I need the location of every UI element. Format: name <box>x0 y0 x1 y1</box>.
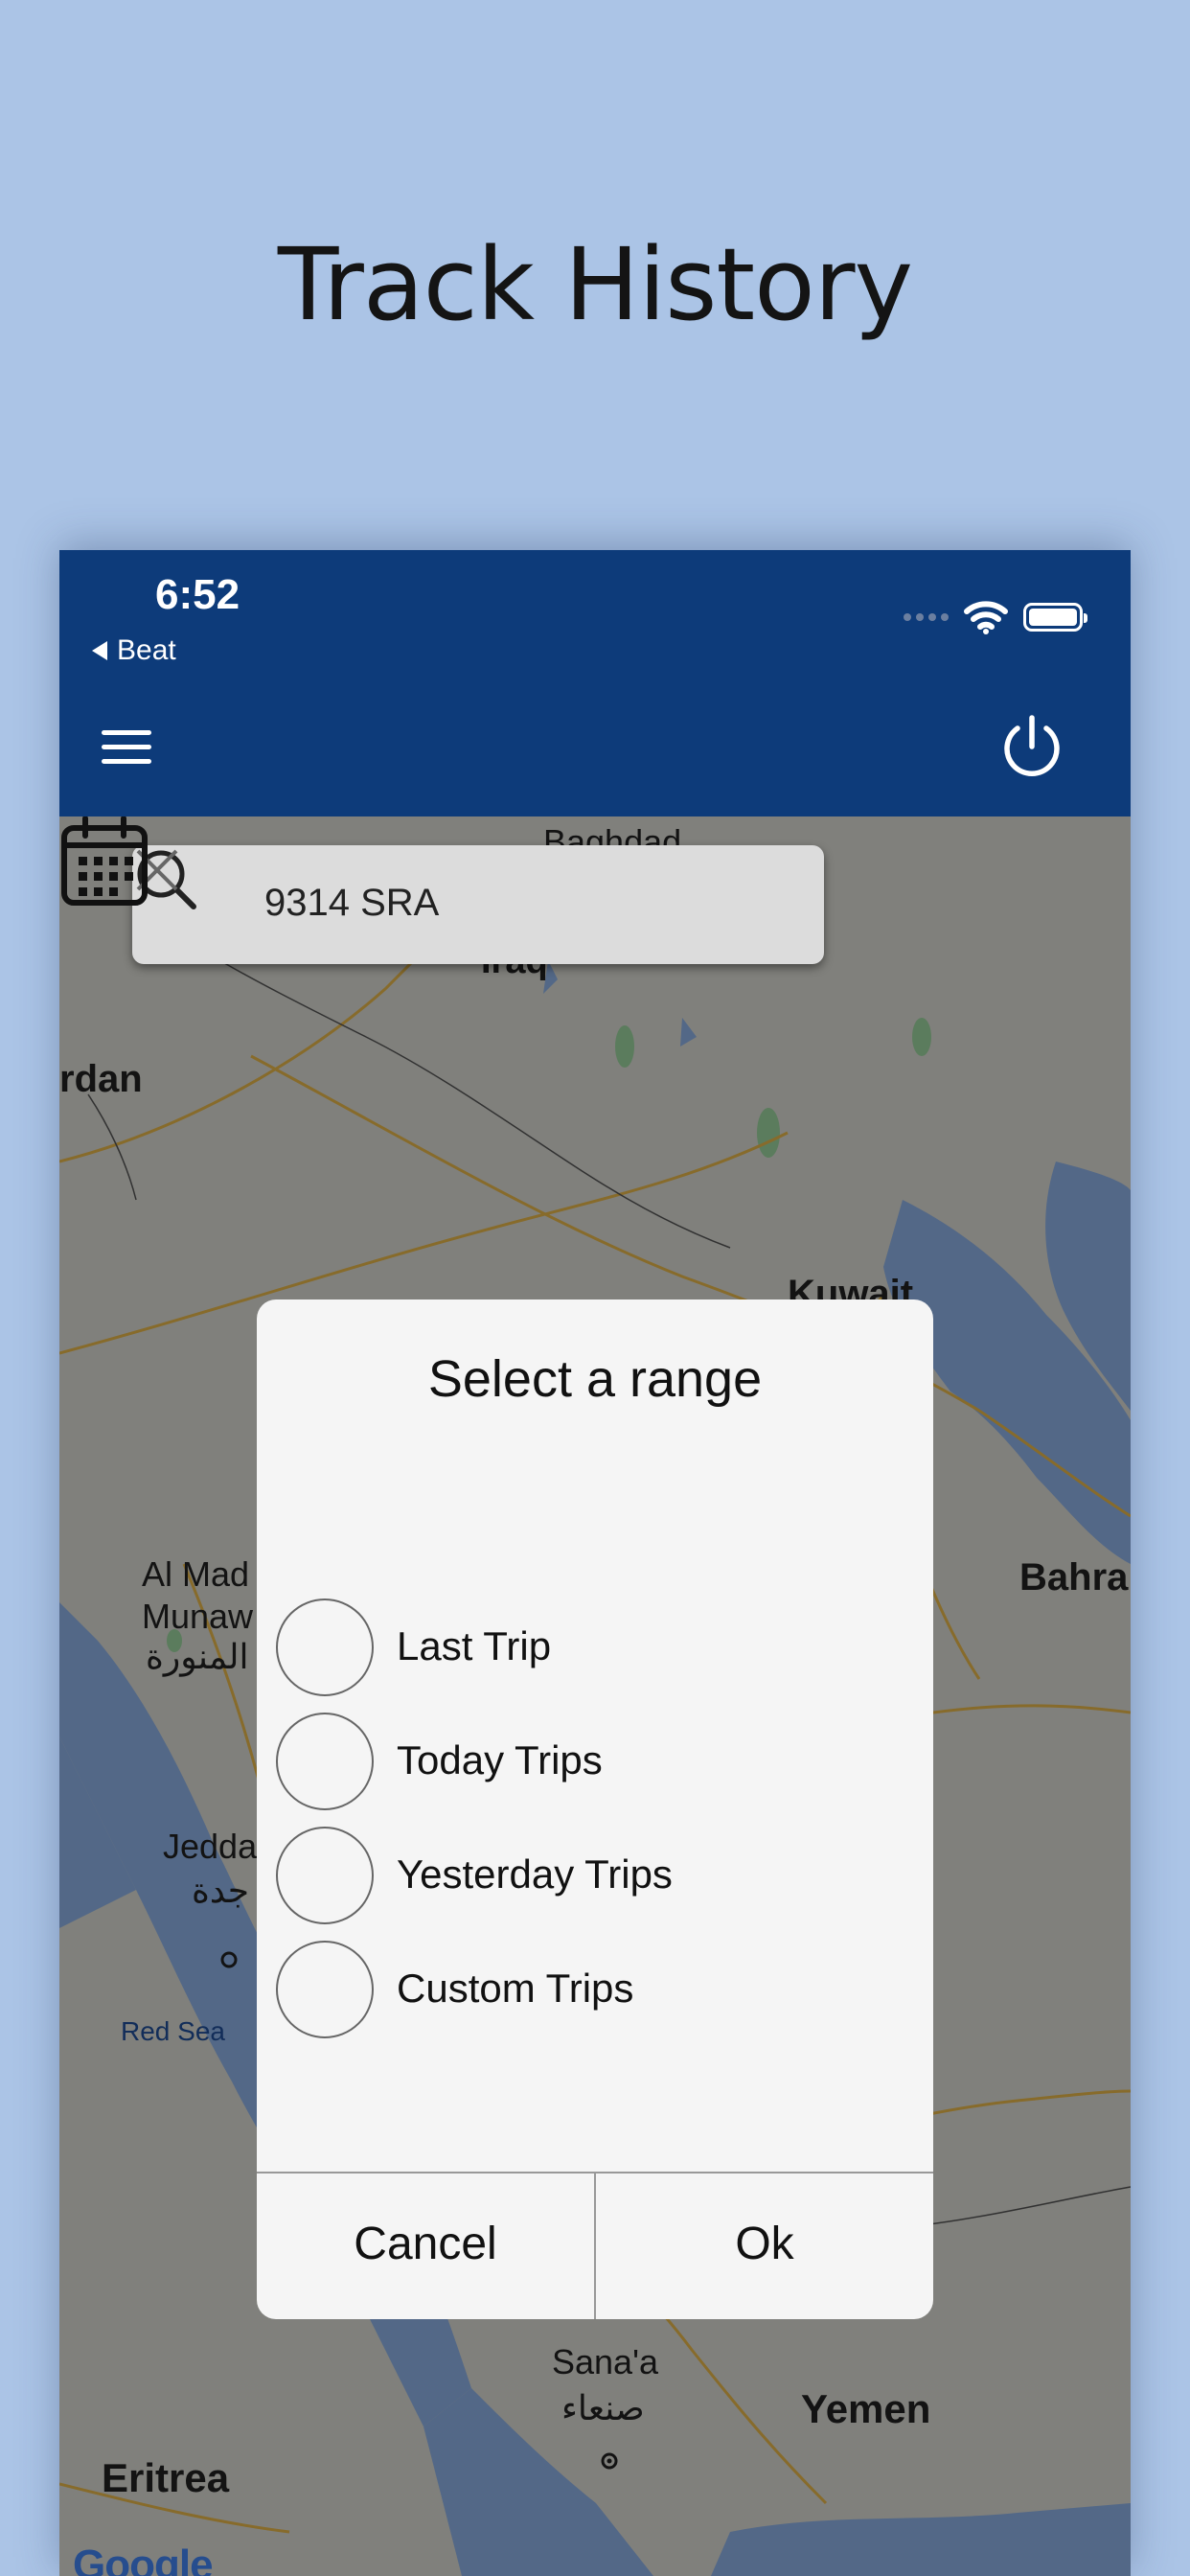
option-last-trip[interactable]: Last Trip <box>276 1598 908 1698</box>
battery-icon <box>1023 603 1087 632</box>
power-icon[interactable] <box>998 713 1065 780</box>
option-label: Yesterday Trips <box>397 1852 673 1897</box>
back-app-label: Beat <box>117 634 176 666</box>
status-icons <box>904 600 1087 634</box>
option-yesterday-trips[interactable]: Yesterday Trips <box>276 1827 908 1926</box>
option-today-trips[interactable]: Today Trips <box>276 1713 908 1812</box>
vehicle-search-box[interactable]: 9314 SRA <box>132 845 824 964</box>
option-label: Last Trip <box>397 1623 552 1668</box>
promo-headline: Track History <box>277 226 913 343</box>
radio-button[interactable] <box>276 1713 374 1810</box>
back-to-app-link[interactable]: Beat <box>92 634 176 667</box>
ok-button[interactable]: Ok <box>596 2174 933 2319</box>
hamburger-menu-icon[interactable] <box>98 724 157 770</box>
radio-button[interactable] <box>276 1827 374 1924</box>
wifi-icon <box>964 601 1008 634</box>
calendar-icon[interactable] <box>59 816 149 907</box>
dialog-title: Select a range <box>427 1350 763 1408</box>
cellular-signal-icon <box>904 613 949 621</box>
search-input[interactable]: 9314 SRA <box>264 882 439 925</box>
dialog-actions: Cancel Ok <box>257 2172 933 2319</box>
option-custom-trips[interactable]: Custom Trips <box>276 1941 908 2040</box>
radio-button[interactable] <box>276 1941 374 2038</box>
radio-button[interactable] <box>276 1598 374 1696</box>
app-bar <box>59 678 1131 818</box>
status-bar: 6:52 Beat <box>59 550 1131 678</box>
status-time: 6:52 <box>155 571 240 618</box>
cancel-button[interactable]: Cancel <box>257 2174 596 2319</box>
option-label: Custom Trips <box>397 1966 634 2011</box>
range-dialog: Select a range Last Trip Today Trips Yes… <box>257 1300 933 2319</box>
option-label: Today Trips <box>397 1737 603 1782</box>
back-arrow-icon <box>92 641 107 660</box>
phone-screen: 6:52 Beat Baghdad rdan Kuwait Bahra Al M… <box>59 550 1131 2576</box>
